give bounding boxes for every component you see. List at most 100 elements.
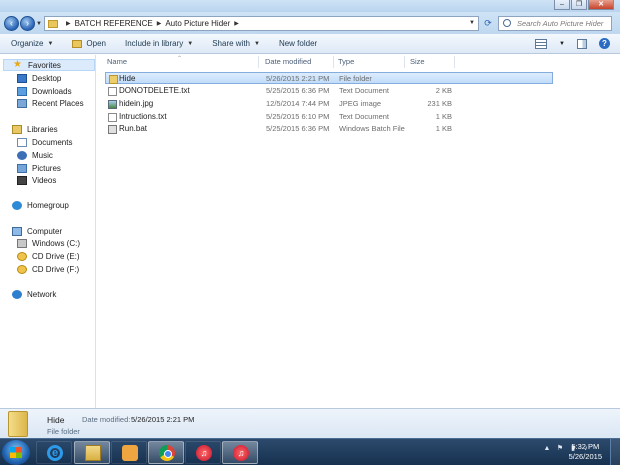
breadcrumb-auto-picture-hider[interactable]: Auto Picture Hider: [165, 19, 230, 28]
nav-computer[interactable]: Computer: [12, 225, 62, 237]
text-file-icon: [108, 87, 117, 96]
search-placeholder: Search Auto Picture Hider: [517, 19, 604, 28]
computer-icon: [12, 226, 22, 236]
file-row-hide[interactable]: Hide 5/26/2015 2:21 PM File folder: [105, 72, 553, 84]
nav-downloads[interactable]: Downloads: [17, 85, 72, 97]
column-divider[interactable]: [454, 56, 455, 68]
taskbar-internet-explorer[interactable]: e: [36, 441, 72, 464]
preview-pane-icon[interactable]: [577, 38, 587, 49]
nav-favorites[interactable]: ★ Favorites: [3, 59, 95, 71]
share-with-label: Share with: [212, 39, 250, 48]
help-icon[interactable]: ?: [599, 38, 610, 49]
nav-cd-drive-e[interactable]: CD Drive (E:): [17, 250, 80, 262]
taskbar-chrome[interactable]: [148, 441, 184, 464]
file-row-hidein-jpg[interactable]: hidein.jpg 12/5/2014 7:44 PM JPEG image …: [105, 98, 553, 110]
file-type: File folder: [339, 74, 372, 83]
breadcrumb-batch-reference[interactable]: BATCH REFERENCE: [75, 19, 153, 28]
window-titlebar: – ❐ ✕: [0, 0, 620, 12]
address-bar[interactable]: ▶ BATCH REFERENCE ▶ Auto Picture Hider ▶…: [44, 16, 479, 31]
desktop-icon: [17, 73, 27, 83]
music-icon: [17, 150, 27, 160]
view-dropdown-icon[interactable]: ▼: [559, 41, 565, 47]
forward-button[interactable]: ›: [20, 16, 35, 31]
nav-music[interactable]: Music: [17, 149, 53, 161]
itunes-icon: ♫: [233, 445, 249, 461]
chevron-down-icon: ▼: [254, 40, 260, 47]
file-row-intructions[interactable]: Intructions.txt 5/25/2015 6:10 PM Text D…: [105, 111, 553, 123]
taskbar-itunes[interactable]: ♫: [185, 441, 221, 464]
search-input[interactable]: Search Auto Picture Hider: [498, 16, 612, 31]
file-name: Intructions.txt: [119, 112, 167, 121]
include-in-library-button[interactable]: Include in library ▼: [125, 39, 193, 48]
file-name: Run.bat: [119, 124, 148, 133]
recent-pages-dropdown[interactable]: ▼: [36, 21, 42, 27]
column-divider[interactable]: [404, 56, 405, 68]
refresh-icon[interactable]: ⟳: [482, 16, 494, 31]
column-header-size[interactable]: Size: [410, 56, 425, 68]
nav-pictures[interactable]: Pictures: [17, 162, 61, 174]
hard-drive-icon: [17, 238, 27, 248]
show-hidden-icons-icon[interactable]: ▲: [543, 445, 551, 453]
minimize-button[interactable]: –: [554, 0, 570, 10]
maximize-button[interactable]: ❐: [571, 0, 587, 10]
file-date: 5/26/2015 2:21 PM: [266, 74, 330, 83]
file-row-donotdelete[interactable]: DONOTDELETE.txt 5/25/2015 6:36 PM Text D…: [105, 85, 553, 97]
homegroup-icon: [12, 200, 22, 210]
file-size: 1 KB: [435, 124, 452, 133]
nav-videos[interactable]: Videos: [17, 174, 56, 186]
taskbar: e ♫ ♫ ▲ ⚑ ▮ ♪ 5:32 PM 5/26/2015: [0, 438, 620, 465]
column-header-date-modified[interactable]: Date modified: [265, 56, 311, 68]
nav-desktop[interactable]: Desktop: [17, 72, 61, 84]
nav-documents[interactable]: Documents: [17, 136, 72, 148]
windows-explorer-icon: [85, 445, 101, 461]
back-button[interactable]: ‹: [4, 16, 19, 31]
window-controls: – ❐ ✕: [554, 0, 614, 11]
column-divider[interactable]: [333, 56, 334, 68]
new-folder-button[interactable]: New folder: [279, 39, 317, 48]
nav-label: Homegroup: [27, 200, 69, 210]
column-header-type[interactable]: Type: [338, 56, 354, 68]
flag-icon[interactable]: ⚑: [556, 445, 564, 453]
file-type: JPEG image: [339, 99, 382, 108]
breadcrumb-chevron-icon[interactable]: ▶: [66, 20, 71, 27]
nav-homegroup[interactable]: Homegroup: [12, 199, 69, 211]
close-button[interactable]: ✕: [588, 0, 614, 10]
nav-network[interactable]: Network: [12, 288, 56, 300]
media-player-icon: [122, 445, 138, 461]
column-header-name[interactable]: Name: [107, 56, 127, 68]
details-type: File folder: [47, 427, 80, 436]
image-file-icon: [108, 100, 117, 109]
cd-drive-icon: [17, 251, 27, 261]
taskbar-itunes-window[interactable]: ♫: [222, 441, 258, 464]
change-view-icon[interactable]: [535, 38, 548, 49]
network-icon: [12, 289, 22, 299]
clock[interactable]: 5:32 PM 5/26/2015: [569, 442, 602, 462]
column-divider[interactable]: [258, 56, 259, 68]
organize-button[interactable]: Organize ▼: [11, 39, 53, 48]
taskbar-windows-explorer[interactable]: [74, 441, 110, 464]
breadcrumb-chevron-icon[interactable]: ▶: [157, 20, 162, 27]
navigation-pane: ★ Favorites Desktop Downloads Recent Pla…: [0, 55, 96, 408]
cd-drive-icon: [17, 264, 27, 274]
open-button[interactable]: Open: [72, 39, 106, 48]
nav-libraries[interactable]: Libraries: [12, 123, 58, 135]
file-type: Text Document: [339, 86, 390, 95]
nav-recent-places[interactable]: Recent Places: [17, 97, 84, 109]
nav-windows-c[interactable]: Windows (C:): [17, 237, 80, 249]
folder-icon: [8, 411, 28, 437]
start-button[interactable]: [2, 440, 30, 465]
breadcrumb-chevron-icon[interactable]: ▶: [234, 20, 239, 27]
taskbar-media-player[interactable]: [111, 441, 147, 464]
batch-file-icon: [108, 125, 117, 134]
nav-cd-drive-f[interactable]: CD Drive (F:): [17, 263, 79, 275]
show-desktop-button[interactable]: [610, 439, 620, 465]
file-row-run-bat[interactable]: Run.bat 5/25/2015 6:36 PM Windows Batch …: [105, 123, 553, 135]
file-size: 231 KB: [427, 99, 452, 108]
clock-date: 5/26/2015: [568, 452, 602, 461]
address-dropdown-icon[interactable]: ▼: [466, 17, 478, 30]
share-with-button[interactable]: Share with ▼: [212, 39, 260, 48]
file-date: 5/25/2015 6:36 PM: [266, 124, 330, 133]
star-icon: ★: [13, 59, 22, 70]
file-date: 12/5/2014 7:44 PM: [266, 99, 330, 108]
videos-icon: [17, 175, 27, 185]
